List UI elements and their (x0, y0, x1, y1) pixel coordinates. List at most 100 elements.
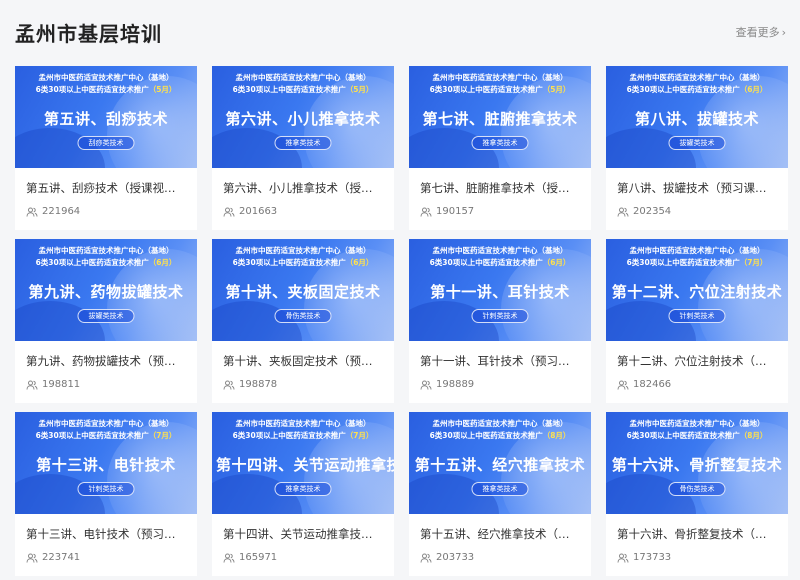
banner-sub-text: 6类30项以上中医药适宜技术推广（7月） (15, 430, 197, 441)
banner-sub-line: 6类30项以上中医药适宜技术推广 (35, 258, 149, 267)
banner-month: （6月） (739, 85, 768, 94)
banner-sub-text: 6类30项以上中医药适宜技术推广（8月） (606, 430, 788, 441)
users-icon (26, 553, 38, 563)
banner-category-tag: 骨伤类技术 (274, 309, 332, 323)
banner-sub-line: 6类30项以上中医药适宜技术推广 (35, 431, 149, 440)
banner-month: （6月） (345, 258, 374, 267)
banner-title: 第八讲、拔罐技术 (634, 110, 759, 128)
banner-org-text: 孟州市中医药适宜技术推广中心（基地） (432, 73, 568, 82)
banner-month: （7月） (345, 431, 374, 440)
banner-month: （7月） (739, 258, 768, 267)
banner-title: 第十六讲、骨折整复技术 (611, 456, 783, 474)
course-banner[interactable]: 孟州市中医药适宜技术推广中心（基地） 6类30项以上中医药适宜技术推广（6月） … (15, 239, 197, 341)
banner-category-tag: 针刺类技术 (77, 482, 135, 496)
course-card[interactable]: 孟州市中医药适宜技术推广中心（基地） 6类30项以上中医药适宜技术推广（6月） … (15, 239, 197, 403)
banner-sub-text: 6类30项以上中医药适宜技术推广（6月） (409, 257, 591, 268)
view-count: 223741 (15, 544, 197, 563)
course-title[interactable]: 第十二讲、穴位注射技术（预... (606, 341, 788, 371)
course-banner[interactable]: 孟州市中医药适宜技术推广中心（基地） 6类30项以上中医药适宜技术推广（8月） … (409, 412, 591, 514)
course-title[interactable]: 第十讲、夹板固定技术（预习... (212, 341, 394, 371)
course-card[interactable]: 孟州市中医药适宜技术推广中心（基地） 6类30项以上中医药适宜技术推广（5月） … (409, 66, 591, 230)
banner-org-text: 孟州市中医药适宜技术推广中心（基地） (235, 73, 371, 82)
banner-sub-line: 6类30项以上中医药适宜技术推广 (232, 85, 346, 94)
section-header: 孟州市基层培训 查看更多 › (0, 0, 800, 60)
course-banner[interactable]: 孟州市中医药适宜技术推广中心（基地） 6类30项以上中医药适宜技术推广（6月） … (212, 239, 394, 341)
view-count-value: 182466 (633, 379, 672, 390)
course-title[interactable]: 第九讲、药物拔罐技术（预习... (15, 341, 197, 371)
banner-title: 第六讲、小儿推拿技术 (225, 110, 381, 128)
banner-sub-line: 6类30项以上中医药适宜技术推广 (626, 431, 740, 440)
course-title[interactable]: 第十三讲、电针技术（预习课... (15, 514, 197, 544)
course-title[interactable]: 第十五讲、经穴推拿技术（预... (409, 514, 591, 544)
banner-title: 第十四讲、关节运动推拿技术 (216, 456, 394, 474)
course-card[interactable]: 孟州市中医药适宜技术推广中心（基地） 6类30项以上中医药适宜技术推广（7月） … (212, 412, 394, 576)
course-banner[interactable]: 孟州市中医药适宜技术推广中心（基地） 6类30项以上中医药适宜技术推广（7月） … (606, 239, 788, 341)
banner-sub-text: 6类30项以上中医药适宜技术推广（5月） (15, 84, 197, 95)
banner-category-tag: 推拿类技术 (274, 136, 332, 150)
course-title[interactable]: 第七讲、脏腑推拿技术（授课... (409, 168, 591, 198)
view-count-value: 221964 (42, 206, 81, 217)
banner-sub-text: 6类30项以上中医药适宜技术推广（6月） (15, 257, 197, 268)
course-title[interactable]: 第十一讲、耳针技术（预习课... (409, 341, 591, 371)
users-icon (223, 207, 235, 217)
users-icon (617, 553, 629, 563)
course-banner[interactable]: 孟州市中医药适宜技术推广中心（基地） 6类30项以上中医药适宜技术推广（5月） … (212, 66, 394, 168)
course-card[interactable]: 孟州市中医药适宜技术推广中心（基地） 6类30项以上中医药适宜技术推广（6月） … (409, 239, 591, 403)
banner-org-text: 孟州市中医药适宜技术推广中心（基地） (38, 73, 174, 82)
view-count-value: 198811 (42, 379, 81, 390)
course-title[interactable]: 第十六讲、骨折整复技术（预... (606, 514, 788, 544)
view-count-value: 201663 (239, 206, 278, 217)
course-title[interactable]: 第五讲、刮痧技术（授课视频） (15, 168, 197, 198)
banner-month: （8月） (542, 431, 571, 440)
banner-category-tag: 拔罐类技术 (668, 136, 726, 150)
course-banner[interactable]: 孟州市中医药适宜技术推广中心（基地） 6类30项以上中医药适宜技术推广（5月） … (409, 66, 591, 168)
view-count: 221964 (15, 198, 197, 217)
course-card[interactable]: 孟州市中医药适宜技术推广中心（基地） 6类30项以上中医药适宜技术推广（6月） … (606, 66, 788, 230)
course-banner[interactable]: 孟州市中医药适宜技术推广中心（基地） 6类30项以上中医药适宜技术推广（6月） … (606, 66, 788, 168)
course-card[interactable]: 孟州市中医药适宜技术推广中心（基地） 6类30项以上中医药适宜技术推广（8月） … (409, 412, 591, 576)
view-count-value: 223741 (42, 552, 81, 563)
users-icon (26, 207, 38, 217)
banner-category-tag: 骨伤类技术 (668, 482, 726, 496)
banner-sub-line: 6类30项以上中医药适宜技术推广 (232, 431, 346, 440)
banner-title: 第十一讲、耳针技术 (430, 283, 570, 301)
course-grid: 孟州市中医药适宜技术推广中心（基地） 6类30项以上中医药适宜技术推广（5月） … (15, 66, 788, 576)
banner-sub-line: 6类30项以上中医药适宜技术推广 (626, 85, 740, 94)
banner-sub-text: 6类30项以上中医药适宜技术推广（6月） (606, 84, 788, 95)
banner-sub-line: 6类30项以上中医药适宜技术推广 (35, 85, 149, 94)
banner-category-tag: 针刺类技术 (668, 309, 726, 323)
course-banner[interactable]: 孟州市中医药适宜技术推广中心（基地） 6类30项以上中医药适宜技术推广（5月） … (15, 66, 197, 168)
course-card[interactable]: 孟州市中医药适宜技术推广中心（基地） 6类30项以上中医药适宜技术推广（8月） … (606, 412, 788, 576)
course-banner[interactable]: 孟州市中医药适宜技术推广中心（基地） 6类30项以上中医药适宜技术推广（6月） … (409, 239, 591, 341)
view-count: 190157 (409, 198, 591, 217)
banner-title: 第七讲、脏腑推拿技术 (422, 110, 578, 128)
chevron-right-icon: › (781, 26, 786, 39)
course-card[interactable]: 孟州市中医药适宜技术推广中心（基地） 6类30项以上中医药适宜技术推广（7月） … (606, 239, 788, 403)
banner-sub-text: 6类30项以上中医药适宜技术推广（6月） (212, 257, 394, 268)
course-title[interactable]: 第八讲、拔罐技术（预习课件） (606, 168, 788, 198)
course-card[interactable]: 孟州市中医药适宜技术推广中心（基地） 6类30项以上中医药适宜技术推广（6月） … (212, 239, 394, 403)
course-banner[interactable]: 孟州市中医药适宜技术推广中心（基地） 6类30项以上中医药适宜技术推广（7月） … (15, 412, 197, 514)
banner-title: 第十三讲、电针技术 (36, 456, 176, 474)
banner-org-text: 孟州市中医药适宜技术推广中心（基地） (629, 246, 765, 255)
banner-org-text: 孟州市中医药适宜技术推广中心（基地） (432, 246, 568, 255)
banner-category-tag: 刮痧类技术 (77, 136, 135, 150)
course-title[interactable]: 第六讲、小儿推拿技术（授课... (212, 168, 394, 198)
view-more-link[interactable]: 查看更多 › (736, 24, 786, 40)
banner-category-tag: 拔罐类技术 (77, 309, 135, 323)
view-count: 202354 (606, 198, 788, 217)
course-card[interactable]: 孟州市中医药适宜技术推广中心（基地） 6类30项以上中医药适宜技术推广（7月） … (15, 412, 197, 576)
users-icon (617, 380, 629, 390)
banner-title: 第十二讲、穴位注射技术 (611, 283, 783, 301)
course-card[interactable]: 孟州市中医药适宜技术推广中心（基地） 6类30项以上中医药适宜技术推广（5月） … (15, 66, 197, 230)
view-count-value: 190157 (436, 206, 475, 217)
view-count: 198878 (212, 371, 394, 390)
banner-sub-line: 6类30项以上中医药适宜技术推广 (232, 258, 346, 267)
view-count: 201663 (212, 198, 394, 217)
banner-org-text: 孟州市中医药适宜技术推广中心（基地） (629, 419, 765, 428)
course-card[interactable]: 孟州市中医药适宜技术推广中心（基地） 6类30项以上中医药适宜技术推广（5月） … (212, 66, 394, 230)
banner-month: （7月） (148, 431, 177, 440)
course-title[interactable]: 第十四讲、关节运动推拿技术... (212, 514, 394, 544)
course-banner[interactable]: 孟州市中医药适宜技术推广中心（基地） 6类30项以上中医药适宜技术推广（7月） … (212, 412, 394, 514)
course-banner[interactable]: 孟州市中医药适宜技术推广中心（基地） 6类30项以上中医药适宜技术推广（8月） … (606, 412, 788, 514)
